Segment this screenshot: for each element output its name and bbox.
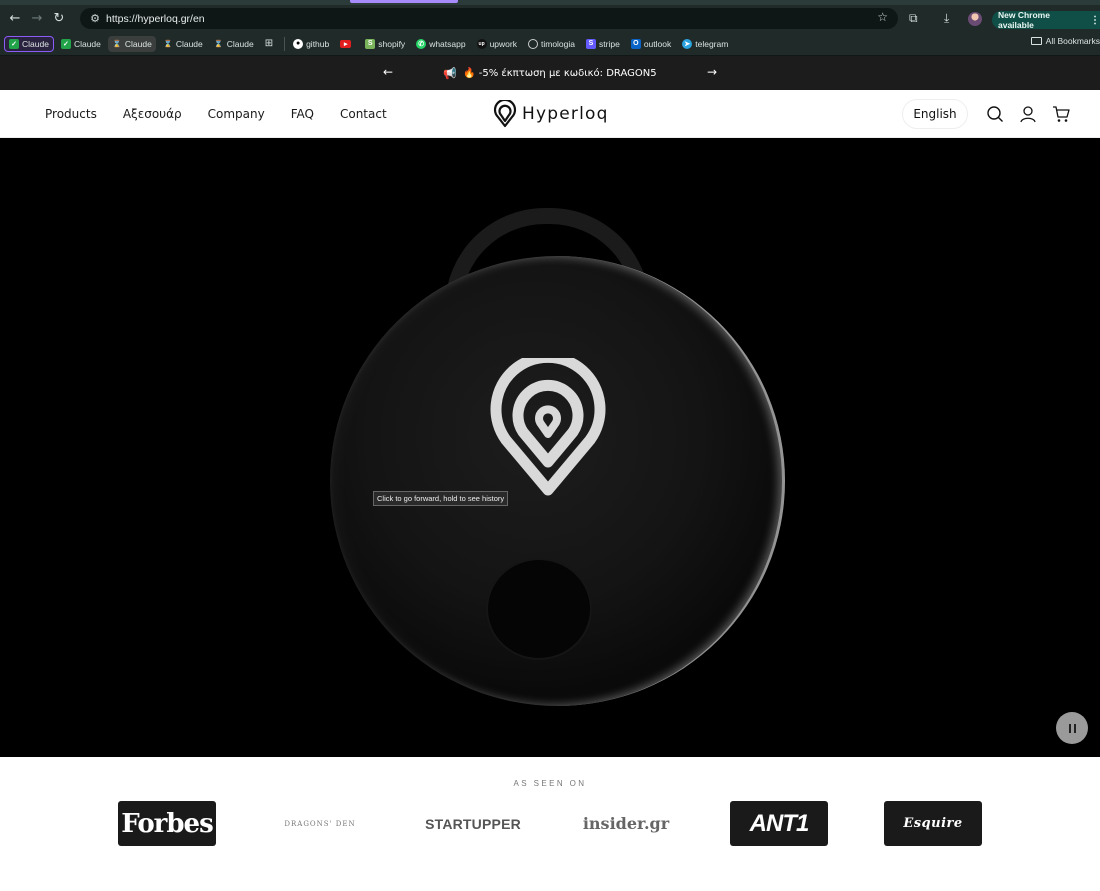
- language-selector[interactable]: English: [902, 99, 968, 129]
- press-section: AS SEEN ON Forbes DRAGONS' DEN STARTUPPE…: [0, 757, 1100, 891]
- bookmark-youtube[interactable]: ▸: [336, 36, 358, 52]
- shopify-icon: S: [365, 38, 376, 49]
- megaphone-icon: 📢: [443, 66, 458, 80]
- reload-icon[interactable]: ↻: [48, 8, 70, 30]
- hourglass-icon: ⌛: [163, 40, 173, 48]
- all-bookmarks-button[interactable]: All Bookmarks: [1030, 36, 1100, 46]
- press-logo-dragons-den: DRAGONS' DEN: [284, 819, 356, 828]
- chrome-update-label: New Chrome available: [998, 10, 1050, 30]
- brand-wordmark: Hyperloq: [522, 104, 609, 124]
- brand-logo[interactable]: Hyperloq: [492, 100, 609, 128]
- forward-icon[interactable]: →: [26, 8, 48, 30]
- active-tab-indicator[interactable]: [350, 0, 458, 3]
- bookmark-whatsapp[interactable]: ✆ whatsapp: [412, 36, 469, 52]
- bookmark-outlook[interactable]: Ooutlook: [627, 36, 675, 52]
- site-settings-icon[interactable]: ⚙: [84, 12, 106, 25]
- bookmark-claude-4[interactable]: ⌛ Claude: [159, 36, 207, 52]
- bookmark-claude-3[interactable]: ⌛ Claude: [107, 35, 156, 52]
- account-icon[interactable]: [1018, 104, 1038, 124]
- folder-icon: [1030, 37, 1042, 45]
- bookmark-stripe[interactable]: Sstripe: [582, 36, 624, 52]
- whatsapp-icon: ✆: [416, 38, 427, 49]
- chrome-update-button[interactable]: New Chrome available ⋮: [992, 10, 1100, 30]
- address-bar[interactable]: ⚙ https://hyperloq.gr/en ☆: [80, 8, 898, 29]
- cart-icon[interactable]: [1051, 104, 1071, 124]
- pause-button[interactable]: [1056, 712, 1088, 744]
- nav-accessories[interactable]: Αξεσουάρ: [123, 107, 182, 121]
- bookmark-claude-5[interactable]: ⌛ Claude: [210, 36, 258, 52]
- github-icon: ●: [293, 38, 304, 49]
- hyperloq-emblem-icon: [490, 358, 606, 496]
- download-icon[interactable]: ⤓: [944, 11, 949, 26]
- bookmark-claude-1[interactable]: ✓ Claude: [4, 35, 54, 52]
- announcement-next-arrow[interactable]: →: [707, 65, 717, 79]
- bookmarks-divider: [284, 36, 286, 51]
- bookmark-shopify[interactable]: Sshopify: [361, 36, 409, 52]
- hero-video[interactable]: Click to go forward, hold to see history: [0, 138, 1100, 757]
- youtube-icon: ▸: [340, 39, 352, 48]
- forward-tooltip: Click to go forward, hold to see history: [373, 491, 509, 506]
- bookmark-claude-2[interactable]: ✓ Claude: [57, 36, 105, 52]
- announcement-text: 🔥 -5% έκπτωση με κωδικό: DRAGON5: [463, 67, 657, 79]
- url-text[interactable]: https://hyperloq.gr/en: [106, 13, 205, 25]
- search-icon[interactable]: [985, 104, 1005, 124]
- press-logo-insider: insider.gr: [582, 814, 670, 833]
- upwork-icon: up: [476, 38, 487, 49]
- announcement-bar: ← 📢 🔥 -5% έκπτωση με κωδικό: DRAGON5 →: [0, 56, 1100, 90]
- back-icon[interactable]: ←: [4, 8, 26, 30]
- press-title: AS SEEN ON: [513, 779, 587, 788]
- globe-icon: [527, 38, 538, 49]
- telegram-icon: ➤: [682, 38, 693, 49]
- hourglass-icon: ⌛: [112, 40, 122, 48]
- product-tag-button: [486, 558, 592, 660]
- check-icon: ✓: [9, 38, 19, 49]
- extensions-icon[interactable]: ⧉: [909, 11, 918, 26]
- browser-toolbar: ← → ↻ ⚙ https://hyperloq.gr/en ☆ ⧉ ⤓ New…: [0, 5, 1100, 32]
- bookmarks-bar: ✓ Claude ✓ Claude ⌛ Claude ⌛ Claude ⌛ Claude …: [0, 32, 1100, 56]
- check-icon: ✓: [60, 38, 71, 49]
- pause-icon: [1068, 723, 1071, 733]
- nav-company[interactable]: Company: [208, 107, 265, 121]
- nav-faq[interactable]: FAQ: [291, 107, 314, 121]
- hourglass-icon: ⌛: [214, 40, 224, 48]
- outlook-icon: O: [630, 38, 641, 49]
- nav-contact[interactable]: Contact: [340, 107, 387, 121]
- bookmark-github[interactable]: ● github: [289, 36, 333, 52]
- announcement-prev-arrow[interactable]: ←: [383, 65, 393, 79]
- main-nav: Products Αξεσουάρ Company FAQ Contact: [45, 90, 387, 138]
- site-header: Products Αξεσουάρ Company FAQ Contact Hy…: [0, 90, 1100, 138]
- apps-grid-icon[interactable]: ⊞: [261, 36, 277, 52]
- press-logo-esquire: Esquire: [884, 801, 982, 846]
- press-logo-startupper: STARTUPPER: [425, 815, 521, 832]
- hyperloq-logo-icon: [493, 100, 517, 128]
- more-menu-icon[interactable]: ⋮: [1090, 15, 1100, 26]
- nav-products[interactable]: Products: [45, 107, 97, 121]
- profile-avatar[interactable]: [968, 12, 982, 26]
- bookmark-telegram[interactable]: ➤ telegram: [678, 36, 732, 52]
- bookmark-star-icon[interactable]: ☆: [877, 10, 888, 24]
- bookmark-timologia[interactable]: timologia: [524, 36, 579, 52]
- press-logo-ant1: ANT1: [730, 801, 828, 846]
- stripe-icon: S: [586, 38, 597, 49]
- bookmark-upwork[interactable]: up upwork: [473, 36, 521, 52]
- press-logo-forbes: Forbes: [118, 801, 216, 846]
